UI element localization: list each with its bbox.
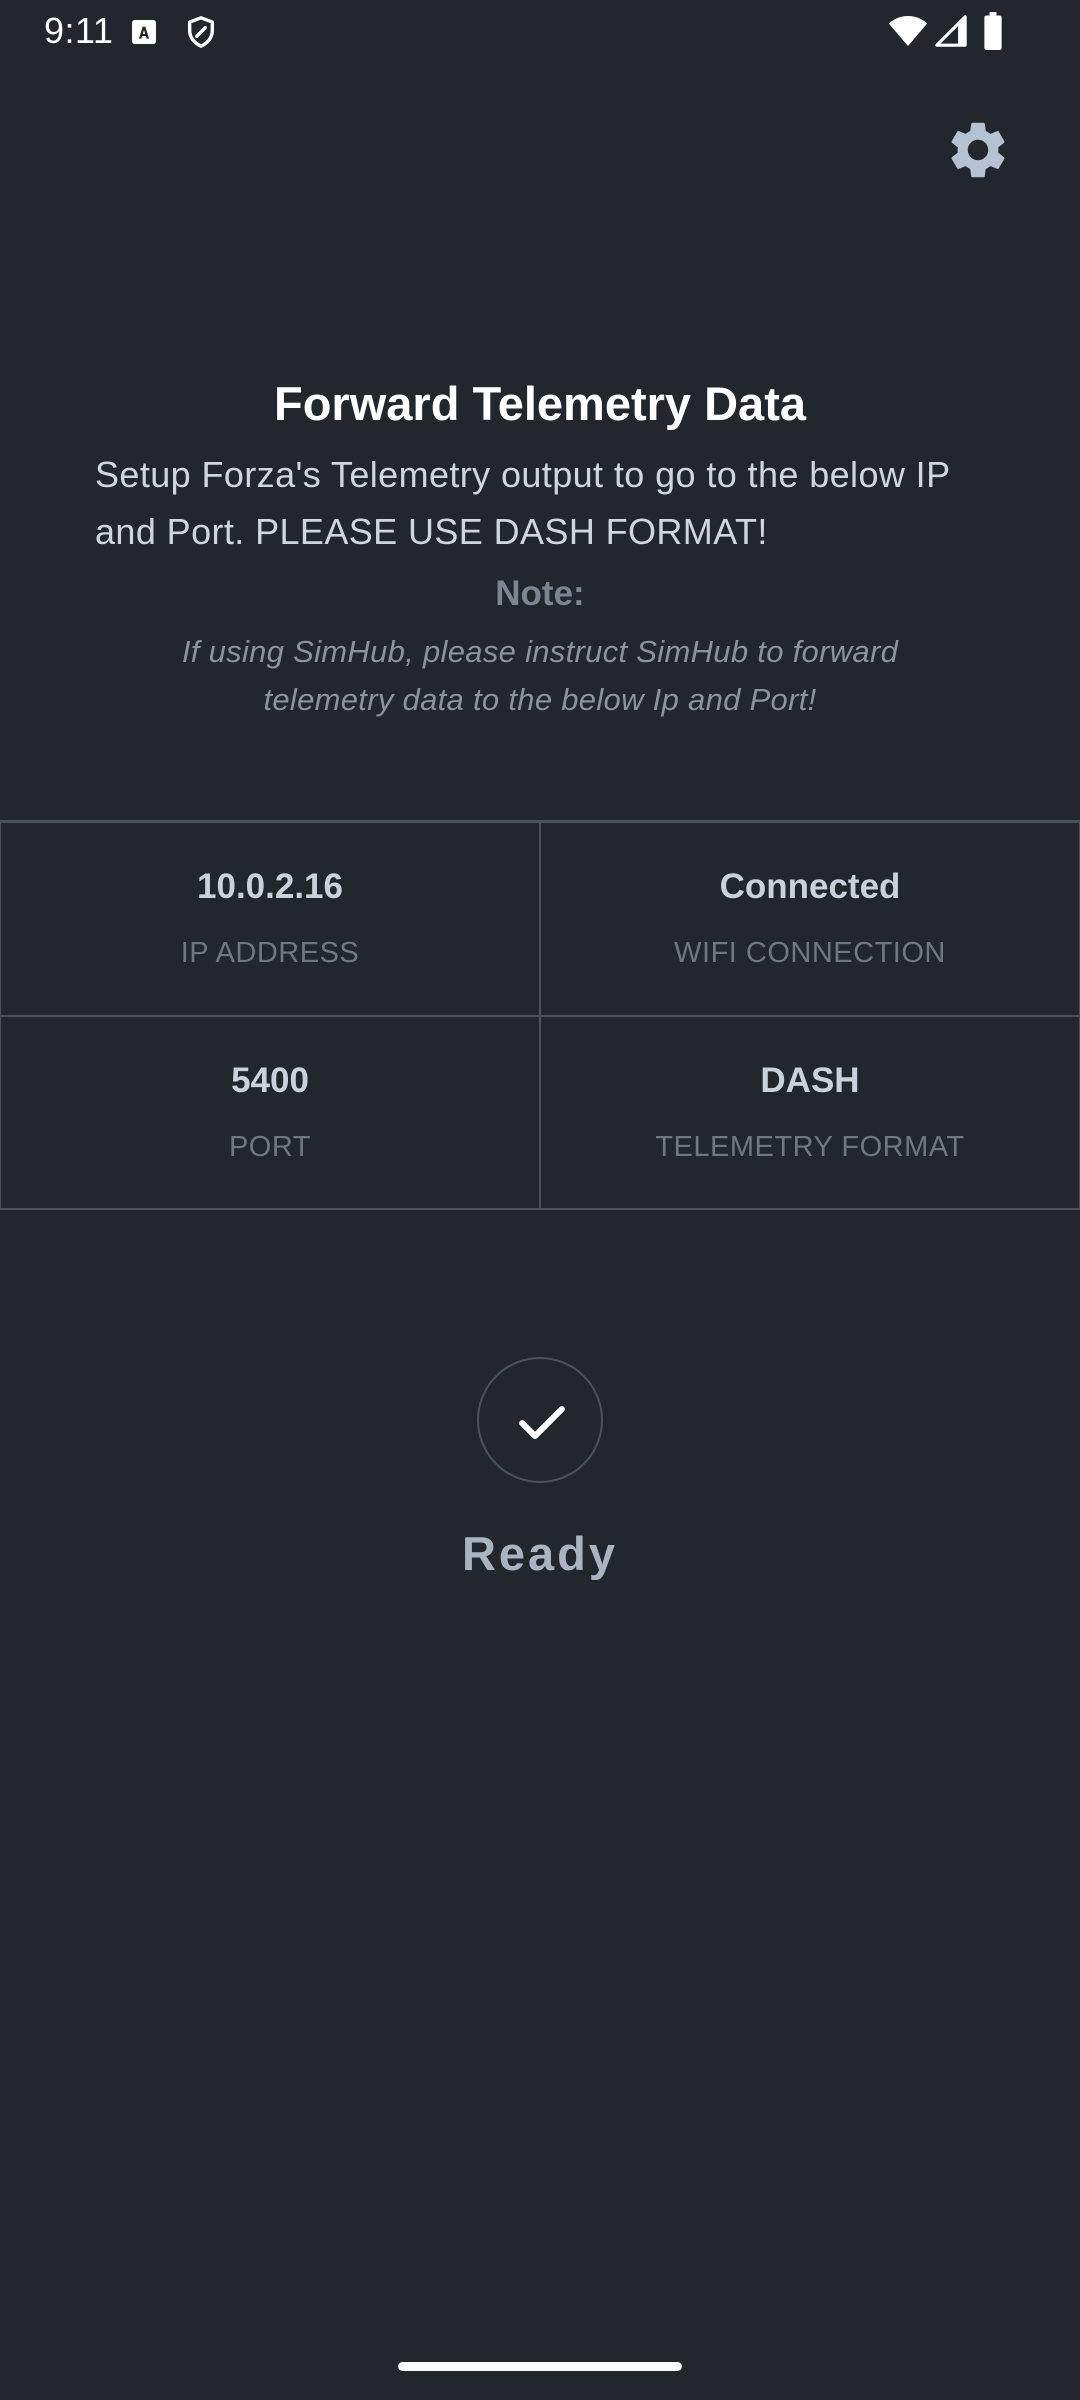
telemetry-format-label: TELEMETRY FORMAT	[655, 1131, 965, 1163]
wifi-connection-cell: Connected WIFI CONNECTION	[540, 822, 1080, 1016]
check-icon	[519, 1406, 565, 1440]
ip-address-label: IP ADDRESS	[180, 937, 360, 969]
port-label: PORT	[228, 1131, 312, 1163]
app-screen: 9:11 Forward Telemetry Data Setup Forza'…	[0, 0, 1080, 2400]
a-notification-icon	[128, 16, 160, 48]
wifi-connection-value: Connected	[719, 867, 901, 906]
telemetry-format-value: DASH	[760, 1061, 860, 1100]
shield-icon	[184, 14, 218, 50]
page-title: Forward Telemetry Data	[274, 377, 806, 430]
port-cell: 5400 PORT	[0, 1016, 540, 1210]
ready-status-indicator	[477, 1357, 603, 1483]
home-gesture-bar[interactable]	[398, 2362, 682, 2371]
note-label: Note:	[495, 574, 585, 613]
battery-icon	[982, 12, 1004, 50]
wifi-connection-label: WIFI CONNECTION	[674, 937, 946, 969]
ready-status-label: Ready	[461, 1527, 619, 1580]
ip-address-value: 10.0.2.16	[197, 867, 343, 906]
status-bar: 9:11	[0, 0, 1080, 64]
wifi-icon	[888, 14, 928, 48]
status-time: 9:11	[44, 10, 114, 51]
settings-button[interactable]	[944, 116, 1012, 184]
gear-icon	[951, 122, 1005, 178]
ip-address-cell: 10.0.2.16 IP ADDRESS	[0, 822, 540, 1016]
setup-instructions: Setup Forza's Telemetry output to go to …	[95, 454, 950, 552]
connection-info-grid: 10.0.2.16 IP ADDRESS Connected WIFI CONN…	[0, 820, 1080, 1210]
telemetry-format-cell: DASH TELEMETRY FORMAT	[540, 1016, 1080, 1210]
signal-icon	[934, 14, 968, 48]
port-value: 5400	[231, 1061, 309, 1100]
note-text: If using SimHub, please instruct SimHub …	[181, 634, 899, 717]
